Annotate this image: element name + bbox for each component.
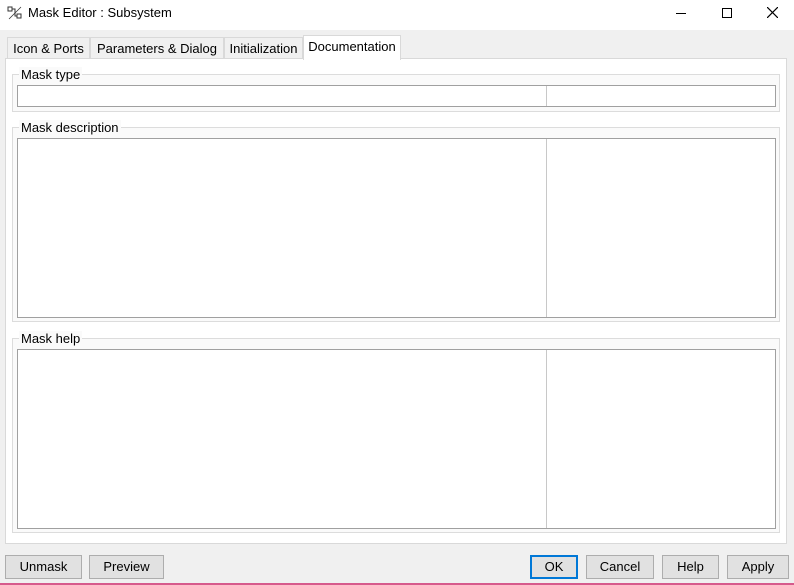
mask-type-label: Mask type <box>19 67 83 82</box>
tab-initialization[interactable]: Initialization <box>224 37 303 59</box>
apply-button[interactable]: Apply <box>727 555 789 579</box>
editor-margin-line <box>546 86 547 106</box>
cancel-button[interactable]: Cancel <box>586 555 654 579</box>
minimize-button[interactable] <box>658 0 704 26</box>
window-title: Mask Editor : Subsystem <box>28 5 172 20</box>
mask-help-label: Mask help <box>19 331 83 346</box>
title-bar: Mask Editor : Subsystem <box>0 0 794 26</box>
tab-label: Parameters & Dialog <box>97 41 217 56</box>
mask-help-editor[interactable] <box>17 349 776 529</box>
ok-button[interactable]: OK <box>530 555 578 579</box>
simulink-app-icon <box>7 5 23 21</box>
maximize-button[interactable] <box>704 0 750 26</box>
mask-description-editor[interactable] <box>17 138 776 318</box>
tab-icon-ports[interactable]: Icon & Ports <box>7 37 90 59</box>
maximize-icon <box>722 6 732 21</box>
tab-label: Icon & Ports <box>13 41 84 56</box>
tab-parameters-dialog[interactable]: Parameters & Dialog <box>90 37 224 59</box>
minimize-icon <box>676 6 686 21</box>
tab-documentation[interactable]: Documentation <box>303 35 401 60</box>
help-button[interactable]: Help <box>662 555 719 579</box>
editor-margin-line <box>546 350 547 528</box>
close-button[interactable] <box>749 0 794 26</box>
tab-label: Initialization <box>229 41 298 56</box>
preview-button[interactable]: Preview <box>89 555 164 579</box>
mask-type-field[interactable] <box>17 85 776 107</box>
tab-label: Documentation <box>308 39 396 54</box>
unmask-button[interactable]: Unmask <box>5 555 82 579</box>
editor-margin-line <box>546 139 547 317</box>
close-icon <box>766 6 778 21</box>
mask-description-label: Mask description <box>19 120 121 135</box>
